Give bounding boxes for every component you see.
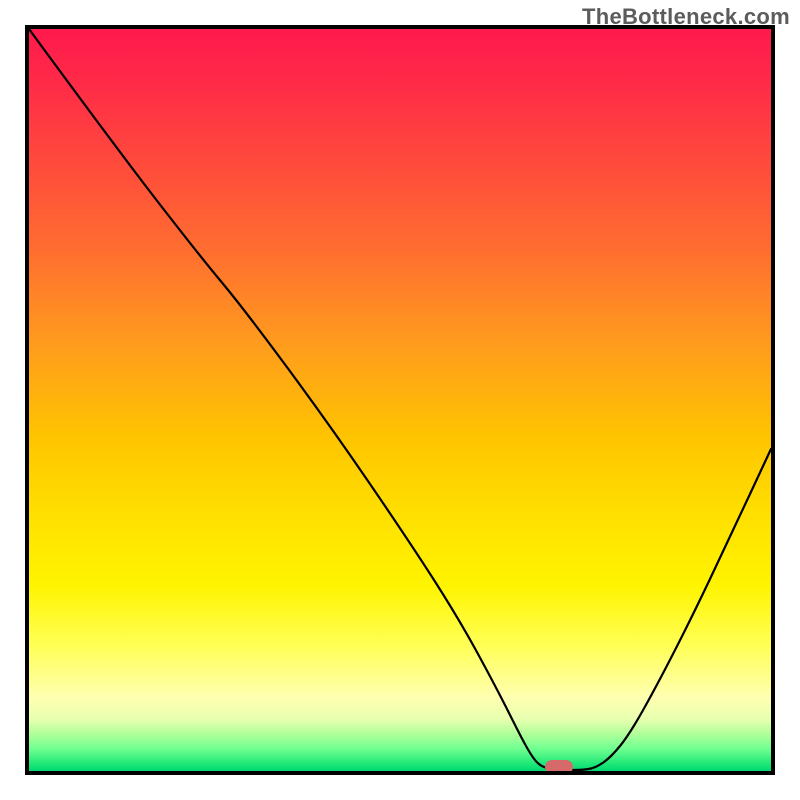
plot-area — [25, 25, 775, 775]
optimum-marker — [545, 760, 573, 774]
bottleneck-curve — [29, 29, 771, 771]
chart-frame: TheBottleneck.com — [0, 0, 800, 800]
